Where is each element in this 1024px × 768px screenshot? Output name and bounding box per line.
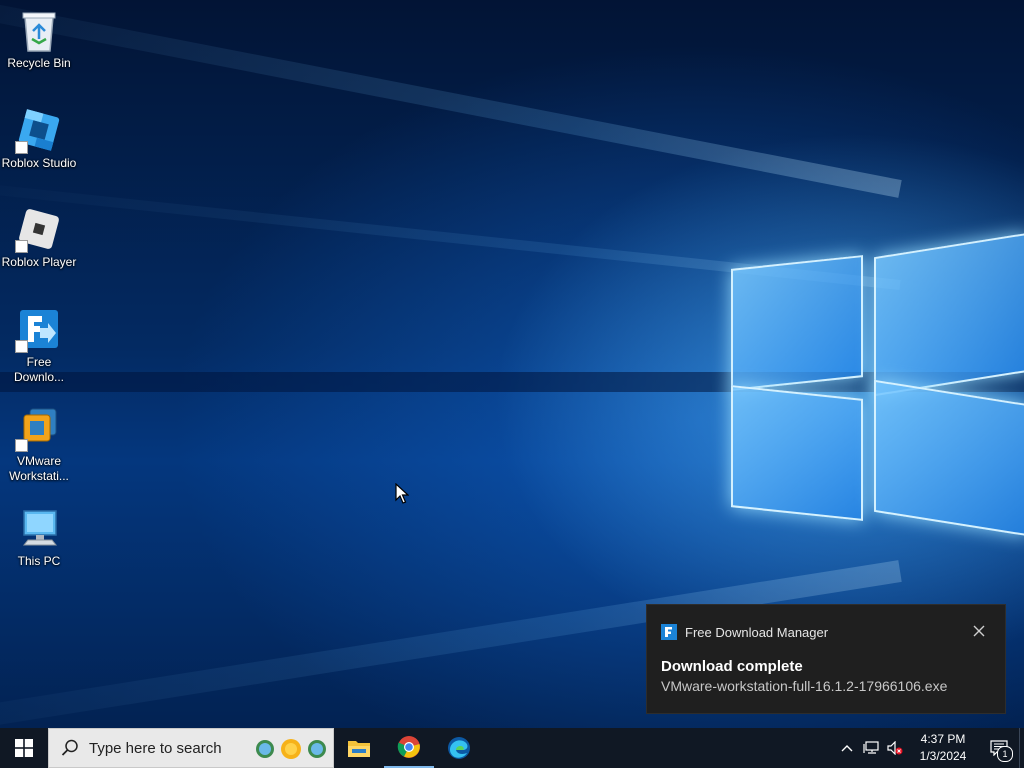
wallpaper-window-pane: [874, 379, 1024, 537]
shortcut-arrow-icon: [15, 240, 28, 253]
toast-app-row: Free Download Manager: [661, 624, 828, 640]
taskbar-chrome[interactable]: [384, 728, 434, 768]
chrome-icon: [397, 736, 420, 758]
wallpaper-beam: [0, 0, 902, 198]
free-download-manager-icon: [15, 305, 63, 353]
search-highlight-image: [251, 734, 329, 764]
desktop-icon-label: Free Downlo...: [13, 355, 65, 384]
desktop-icon-label: Roblox Studio: [1, 156, 77, 170]
search-box[interactable]: Type here to search: [48, 728, 334, 768]
toast-notification[interactable]: Free Download Manager Download complete …: [646, 604, 1006, 714]
show-desktop-button[interactable]: [1019, 728, 1024, 768]
clock-date: 1/3/2024: [919, 749, 967, 763]
search-highlight-sun-icon: [256, 739, 326, 759]
taskbar: Type here to search 4:37 PM 1/3/2024 1: [0, 728, 1024, 768]
desktop-icon-roblox-player[interactable]: Roblox Player: [0, 205, 78, 270]
desktop-icon-roblox-studio[interactable]: Roblox Studio: [0, 106, 78, 171]
wallpaper-window-pane: [731, 255, 863, 391]
desktop-icon-label: Recycle Bin: [7, 56, 71, 70]
desktop-icon-label: Roblox Player: [1, 255, 77, 269]
toast-title: Download complete: [661, 658, 803, 675]
toast-app-name: Free Download Manager: [685, 624, 829, 640]
mouse-cursor-icon: [395, 482, 410, 510]
shortcut-arrow-icon: [15, 439, 28, 452]
wallpaper-horizon: [0, 372, 1024, 392]
desktop-icon-recycle-bin[interactable]: Recycle Bin: [0, 6, 78, 71]
roblox-studio-icon: [15, 106, 63, 154]
toast-body: VMware-workstation-full-16.1.2-17966106.…: [661, 678, 948, 694]
system-tray: 4:37 PM 1/3/2024 1: [835, 728, 1024, 768]
show-hidden-icons-button[interactable]: [835, 728, 859, 768]
this-pc-icon: [15, 504, 63, 552]
windows-logo-icon: [15, 739, 33, 757]
desktop-icon-free-download-manager[interactable]: Free Downlo...: [0, 305, 78, 385]
volume-muted-icon: [887, 741, 903, 755]
file-explorer-icon: [348, 741, 370, 757]
edge-icon: [448, 737, 470, 759]
taskbar-edge[interactable]: [434, 728, 484, 768]
vmware-workstation-icon: [15, 404, 63, 452]
toast-close-button[interactable]: [971, 623, 987, 639]
volume-button[interactable]: [883, 728, 907, 768]
roblox-player-icon: [15, 205, 63, 253]
action-center-button[interactable]: 1: [979, 728, 1019, 768]
desktop[interactable]: Recycle Bin Roblox Studio Roblox Player …: [0, 0, 1024, 768]
free-download-manager-icon: [661, 624, 677, 640]
network-button[interactable]: [859, 728, 883, 768]
desktop-icon-label: VMware Workstati...: [9, 454, 69, 483]
shortcut-arrow-icon: [15, 141, 28, 154]
taskbar-spacer: [484, 728, 835, 768]
search-placeholder: Type here to search: [89, 739, 222, 757]
clock[interactable]: 4:37 PM 1/3/2024: [907, 731, 979, 765]
desktop-icon-vmware-workstation[interactable]: VMware Workstati...: [0, 404, 78, 484]
shortcut-arrow-icon: [15, 340, 28, 353]
clock-time: 4:37 PM: [920, 732, 966, 746]
desktop-icon-this-pc[interactable]: This PC: [0, 504, 78, 569]
notification-count-badge: 1: [997, 746, 1013, 762]
wallpaper-window-pane: [874, 232, 1024, 397]
chevron-up-icon: [841, 745, 853, 752]
wallpaper-window-pane: [731, 385, 863, 521]
taskbar-file-explorer[interactable]: [334, 728, 384, 768]
desktop-icon-label: This PC: [17, 554, 61, 568]
search-icon: [61, 739, 78, 756]
network-icon: [863, 741, 879, 754]
close-icon: [973, 625, 985, 637]
start-button[interactable]: [0, 728, 48, 768]
recycle-bin-icon: [15, 6, 63, 54]
